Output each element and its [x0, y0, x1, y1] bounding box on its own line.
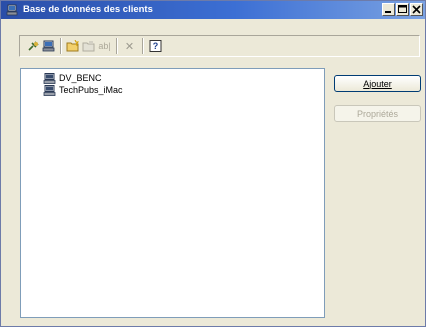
help-icon: ?	[149, 40, 162, 52]
toolbar-separator	[60, 38, 62, 54]
svg-text:?: ?	[153, 41, 159, 51]
new-folder-button[interactable]	[65, 39, 80, 53]
title-bar[interactable]: Base de données des clients	[1, 1, 425, 19]
computer-icon	[43, 72, 56, 84]
toolbar-separator	[116, 38, 118, 54]
list-item-label: TechPubs_iMac	[59, 85, 123, 95]
connect-icon	[28, 41, 39, 51]
list-item[interactable]: TechPubs_iMac	[43, 84, 123, 96]
list-item-label: DV_BENC	[59, 73, 102, 83]
computer-icon	[43, 84, 56, 96]
list-item[interactable]: DV_BENC	[43, 72, 102, 84]
folder-properties-button[interactable]	[81, 39, 96, 53]
new-folder-icon	[66, 40, 79, 52]
toolbar-separator	[142, 38, 144, 54]
client-database-window: Base de données des clients ab| ✕ ? DV_B…	[0, 0, 426, 327]
add-button[interactable]: Ajouter	[334, 75, 421, 92]
help-button[interactable]: ?	[148, 39, 163, 53]
client-database-button[interactable]	[41, 39, 56, 53]
add-button-label: Ajouter	[363, 78, 392, 89]
rename-button[interactable]: ab|	[97, 39, 112, 53]
window-title: Base de données des clients	[23, 4, 153, 15]
database-window-icon	[6, 4, 18, 16]
maximize-button[interactable]	[396, 3, 409, 16]
client-database-icon	[42, 40, 55, 52]
rename-icon: ab|	[98, 41, 111, 51]
folder-properties-icon	[82, 41, 95, 52]
client-list[interactable]: DV_BENC TechPubs_iMac	[20, 68, 325, 318]
delete-button[interactable]: ✕	[122, 39, 137, 53]
maximize-icon	[398, 5, 407, 13]
close-button[interactable]	[410, 3, 423, 16]
close-icon	[412, 5, 421, 14]
toolbar: ab| ✕ ?	[19, 35, 420, 57]
minimize-icon	[385, 11, 391, 13]
properties-button-label: Propriétés	[356, 108, 399, 119]
connect-button[interactable]	[26, 39, 41, 53]
properties-button[interactable]: Propriétés	[334, 105, 421, 122]
delete-icon: ✕	[124, 40, 135, 53]
minimize-button[interactable]	[382, 3, 395, 16]
